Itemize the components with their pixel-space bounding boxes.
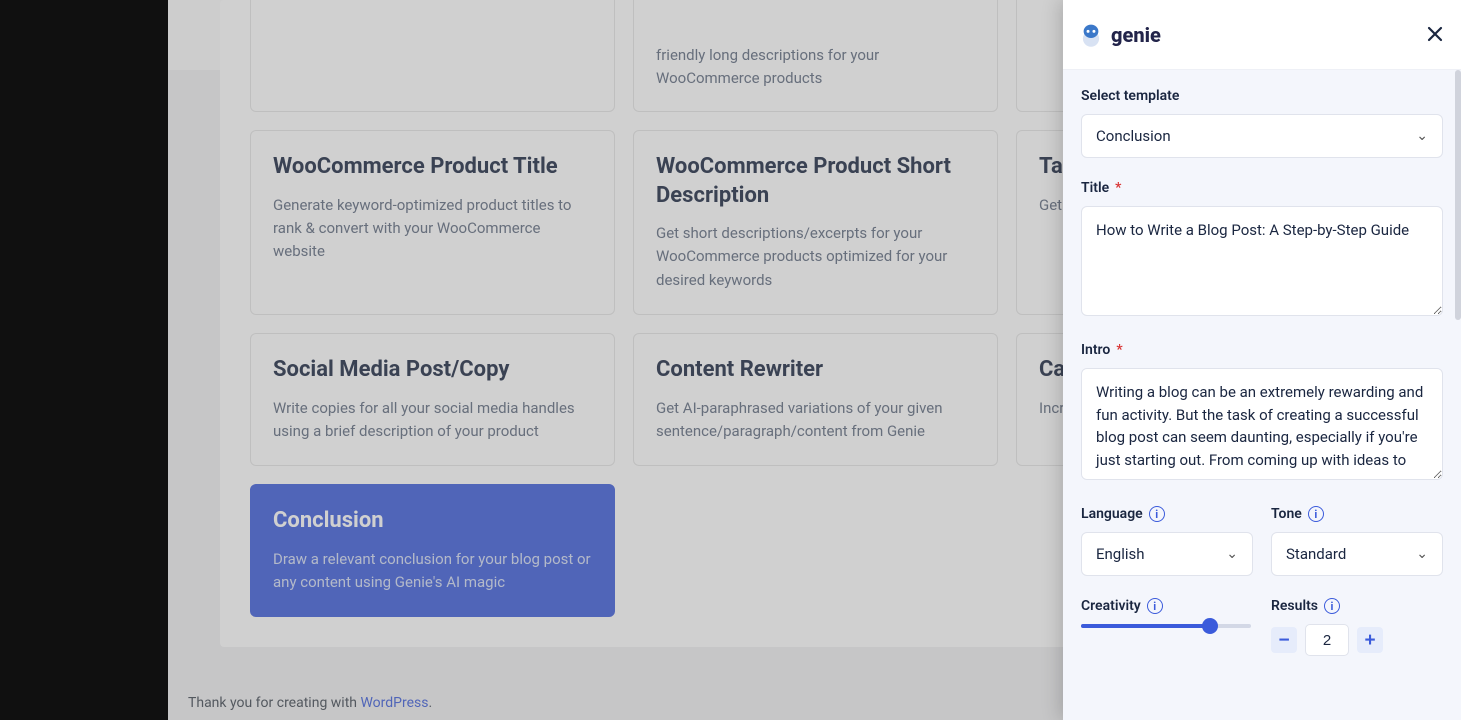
template-card-rewriter[interactable]: Content Rewriter Get AI-paraphrased vari… bbox=[633, 333, 998, 466]
info-icon[interactable]: i bbox=[1324, 598, 1340, 614]
card-title: Content Rewriter bbox=[656, 356, 975, 385]
wordpress-link[interactable]: WordPress bbox=[360, 695, 428, 711]
decrease-results-button[interactable]: − bbox=[1271, 627, 1297, 653]
increase-results-button[interactable]: + bbox=[1357, 627, 1383, 653]
info-icon[interactable]: i bbox=[1149, 506, 1165, 522]
results-stepper: − + bbox=[1271, 624, 1443, 656]
template-select-label: Select template bbox=[1081, 88, 1443, 104]
wp-admin-sidebar bbox=[0, 0, 168, 720]
results-label: Results i bbox=[1271, 598, 1443, 614]
language-select[interactable]: English ⌄ bbox=[1081, 532, 1253, 576]
panel-scrollbar[interactable] bbox=[1455, 70, 1461, 320]
card-desc: Get short descriptions/excerpts for your… bbox=[656, 222, 975, 292]
card-title: WooCommerce Product Short Description bbox=[656, 153, 975, 210]
footer-credit: Thank you for creating with WordPress. bbox=[188, 695, 432, 711]
chevron-down-icon: ⌄ bbox=[1416, 546, 1428, 562]
template-card-partial[interactable] bbox=[250, 0, 615, 112]
language-value: English bbox=[1096, 545, 1145, 563]
chevron-down-icon: ⌄ bbox=[1416, 128, 1428, 144]
template-card-partial[interactable]: friendly long descriptions for your WooC… bbox=[633, 0, 998, 112]
footer-prefix: Thank you for creating with bbox=[188, 695, 360, 711]
tone-value: Standard bbox=[1286, 545, 1346, 563]
close-icon bbox=[1427, 26, 1443, 42]
title-input[interactable] bbox=[1081, 206, 1443, 316]
card-desc: Draw a relevant conclusion for your blog… bbox=[273, 548, 592, 595]
creativity-label: Creativity i bbox=[1081, 598, 1253, 614]
slider-thumb[interactable] bbox=[1202, 618, 1218, 634]
template-card-wc-short[interactable]: WooCommerce Product Short Description Ge… bbox=[633, 130, 998, 315]
results-input[interactable] bbox=[1305, 624, 1349, 656]
panel-body: Select template Conclusion ⌄ Title * Int… bbox=[1063, 70, 1461, 720]
template-card-social[interactable]: Social Media Post/Copy Write copies for … bbox=[250, 333, 615, 466]
chevron-down-icon: ⌄ bbox=[1226, 546, 1238, 562]
language-label: Language i bbox=[1081, 506, 1253, 522]
tone-select[interactable]: Standard ⌄ bbox=[1271, 532, 1443, 576]
template-select-value: Conclusion bbox=[1096, 127, 1171, 145]
card-desc: Generate keyword-optimized product title… bbox=[273, 194, 592, 264]
panel-logo: genie bbox=[1077, 21, 1161, 49]
card-title: WooCommerce Product Title bbox=[273, 153, 592, 182]
panel-header: genie bbox=[1063, 0, 1461, 70]
template-card-wc-title[interactable]: WooCommerce Product Title Generate keywo… bbox=[250, 130, 615, 315]
template-card-conclusion[interactable]: Conclusion Draw a relevant conclusion fo… bbox=[250, 484, 615, 617]
info-icon[interactable]: i bbox=[1147, 598, 1163, 614]
card-title: Social Media Post/Copy bbox=[273, 356, 592, 385]
intro-label: Intro * bbox=[1081, 342, 1443, 358]
template-select[interactable]: Conclusion ⌄ bbox=[1081, 114, 1443, 158]
title-label: Title * bbox=[1081, 180, 1443, 196]
creativity-slider[interactable] bbox=[1081, 624, 1253, 628]
card-desc: Write copies for all your social media h… bbox=[273, 397, 592, 444]
footer-suffix: . bbox=[429, 695, 433, 711]
tone-label: Tone i bbox=[1271, 506, 1443, 522]
intro-input[interactable] bbox=[1081, 368, 1443, 480]
side-panel: genie Select template Conclusion ⌄ Title… bbox=[1063, 0, 1461, 720]
card-desc: Get AI-paraphrased variations of your gi… bbox=[656, 397, 975, 444]
card-title: Conclusion bbox=[273, 507, 592, 536]
close-panel-button[interactable] bbox=[1427, 22, 1443, 48]
panel-logo-text: genie bbox=[1111, 23, 1161, 47]
info-icon[interactable]: i bbox=[1308, 506, 1324, 522]
